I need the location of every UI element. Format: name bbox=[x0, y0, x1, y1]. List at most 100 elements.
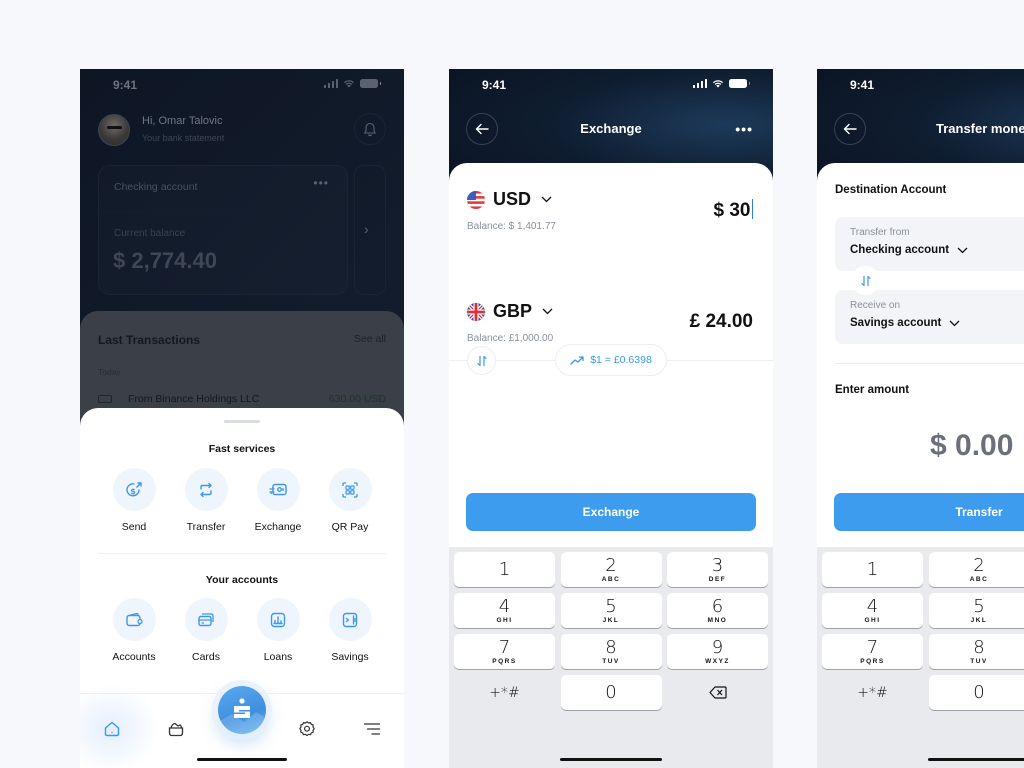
key-letters: ABC bbox=[601, 575, 621, 583]
key-letters: DEF bbox=[708, 575, 727, 583]
account-savings[interactable]: Savings bbox=[314, 598, 386, 663]
key-5[interactable]: 5 JKL bbox=[928, 593, 1024, 628]
numeric-keypad: 12ABC3DEF4GHI5JKL6MNO7PQRS8TUV9WXYZ+*#0 bbox=[449, 547, 773, 768]
wifi-icon bbox=[343, 79, 355, 88]
tab-wallet[interactable] bbox=[166, 719, 186, 739]
key-digit: 2 bbox=[605, 554, 617, 576]
symbols-key[interactable]: +*# bbox=[454, 675, 555, 710]
qr-icon bbox=[342, 481, 358, 498]
key-9[interactable]: 9 WXYZ bbox=[667, 634, 768, 669]
transfer-from-value: Checking account bbox=[850, 244, 950, 256]
exchange-rate-text: $1 = £0.6398 bbox=[590, 354, 652, 366]
transaction-name[interactable]: From Binance Holdings LLC bbox=[128, 393, 259, 405]
key-digit: 9 bbox=[711, 636, 724, 658]
key-3[interactable]: 3 DEF bbox=[667, 552, 768, 587]
signal-icon bbox=[692, 79, 707, 88]
key-8[interactable]: 8 TUV bbox=[928, 634, 1024, 669]
key-digit: 7 bbox=[498, 636, 511, 658]
notifications-button[interactable] bbox=[354, 113, 386, 145]
arrow-left-icon bbox=[843, 123, 857, 135]
transfer-from-select[interactable]: Transfer from Checking account bbox=[835, 217, 1024, 271]
account-card[interactable]: Checking account ••• Current balance $ 2… bbox=[98, 165, 348, 295]
key-4[interactable]: 4 GHI bbox=[822, 593, 923, 628]
main-action-button[interactable] bbox=[218, 686, 266, 734]
back-button[interactable] bbox=[834, 113, 866, 145]
exchange-icon bbox=[269, 483, 287, 495]
status-bar: 9:41 bbox=[817, 69, 1024, 99]
greeting-subtitle: Your bank statement bbox=[142, 133, 225, 143]
avatar[interactable] bbox=[98, 114, 130, 146]
service-send[interactable]: $ Send bbox=[98, 468, 170, 533]
service-label: Send bbox=[121, 521, 147, 533]
exchange-button[interactable]: Exchange bbox=[466, 493, 756, 531]
see-all-link[interactable]: See all bbox=[354, 333, 386, 345]
tab-menu[interactable] bbox=[362, 719, 382, 739]
key-0[interactable]: 0 bbox=[928, 675, 1024, 710]
chevron-down-icon bbox=[541, 196, 552, 203]
tab-home[interactable] bbox=[102, 719, 122, 739]
your-accounts-title: Your accounts bbox=[205, 574, 279, 586]
transaction-amount: 630.00 USD bbox=[328, 393, 386, 405]
transfer-button-label: Transfer bbox=[955, 505, 1003, 519]
key-letters: JKL bbox=[602, 616, 620, 624]
sheet-drag-handle[interactable] bbox=[224, 420, 260, 423]
greeting: Hi, Omar Talovic bbox=[142, 115, 223, 127]
card-divider bbox=[99, 211, 347, 212]
next-account-card[interactable]: › bbox=[354, 165, 386, 295]
page-title: Transfer money bbox=[936, 121, 1024, 136]
key-7[interactable]: 7 PQRS bbox=[822, 634, 923, 669]
receive-on-value: Savings account bbox=[850, 317, 942, 329]
transfer-button[interactable]: Transfer bbox=[834, 493, 1024, 531]
key-letters: TUV bbox=[970, 657, 988, 665]
transactions-title: Last Transactions bbox=[98, 333, 201, 347]
swap-accounts-button[interactable] bbox=[851, 266, 880, 295]
balance-value: $ 2,774.40 bbox=[113, 248, 217, 273]
account-cards[interactable]: Cards bbox=[170, 598, 242, 663]
receive-on-select[interactable]: Receive on Savings account bbox=[835, 290, 1024, 344]
to-currency-code: GBP bbox=[493, 301, 533, 321]
tab-settings[interactable] bbox=[297, 719, 317, 739]
key-1[interactable]: 1 bbox=[822, 552, 923, 587]
key-letters: TUV bbox=[602, 657, 620, 665]
account-label: Loans bbox=[263, 651, 293, 663]
more-options-icon[interactable]: ••• bbox=[735, 121, 753, 137]
service-exchange[interactable]: Exchange bbox=[242, 468, 314, 533]
chevron-right-icon: › bbox=[364, 221, 369, 237]
battery-icon bbox=[360, 79, 381, 88]
symbols-key[interactable]: +*# bbox=[822, 675, 923, 710]
account-loans[interactable]: Loans bbox=[242, 598, 314, 663]
to-currency-selector[interactable]: GBP bbox=[467, 301, 553, 322]
swap-vertical-icon bbox=[860, 275, 871, 286]
account-more-icon[interactable]: ••• bbox=[313, 176, 329, 190]
send-money-icon: $ bbox=[126, 481, 142, 496]
key-6[interactable]: 6 MNO bbox=[667, 593, 768, 628]
from-amount-input[interactable]: $ 30 bbox=[714, 199, 753, 222]
wallet-icon bbox=[126, 612, 143, 626]
key-2[interactable]: 2 ABC bbox=[560, 552, 662, 587]
key-2[interactable]: 2 ABC bbox=[928, 552, 1024, 587]
key-1[interactable]: 1 bbox=[454, 552, 555, 587]
chevron-down-icon bbox=[957, 247, 968, 253]
amount-input[interactable]: $ 0.00 bbox=[930, 429, 1013, 463]
key-0[interactable]: 0 bbox=[560, 675, 662, 710]
key-4[interactable]: 4 GHI bbox=[454, 593, 555, 628]
swap-currencies-button[interactable] bbox=[467, 346, 496, 375]
key-7[interactable]: 7 PQRS bbox=[454, 634, 555, 669]
from-amount-value: $ 30 bbox=[713, 200, 751, 221]
account-accounts[interactable]: Accounts bbox=[98, 598, 170, 663]
key-digit: +*# bbox=[489, 684, 520, 701]
exchange-screen: 9:41 Exchange ••• USD Balance: $ 1,401.7… bbox=[449, 69, 773, 768]
tab-bar bbox=[80, 684, 404, 768]
key-8[interactable]: 8 TUV bbox=[560, 634, 662, 669]
service-label: Exchange bbox=[254, 521, 302, 533]
backspace-key[interactable] bbox=[667, 675, 768, 710]
service-transfer[interactable]: Transfer bbox=[170, 468, 242, 533]
key-digit: 6 bbox=[711, 595, 724, 617]
from-currency-selector[interactable]: USD bbox=[467, 189, 552, 210]
service-label: QR Pay bbox=[331, 521, 369, 533]
key-5[interactable]: 5 JKL bbox=[560, 593, 662, 628]
transfer-icon bbox=[200, 482, 212, 497]
service-qr-pay[interactable]: QR Pay bbox=[314, 468, 386, 533]
chevron-down-icon bbox=[949, 320, 960, 326]
destination-title: Destination Account bbox=[835, 184, 947, 196]
